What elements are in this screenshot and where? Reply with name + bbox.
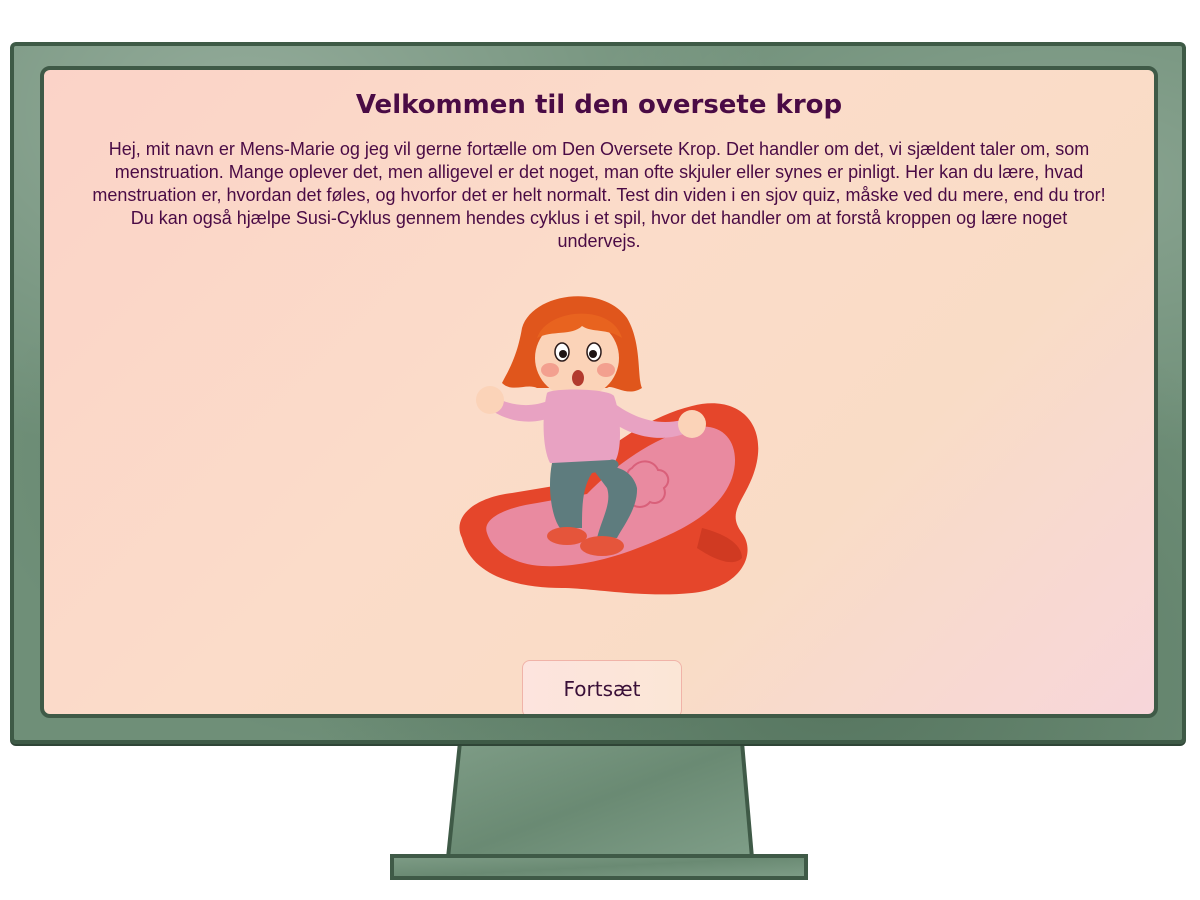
page-title: Velkommen til den oversete krop (355, 90, 843, 120)
continue-button[interactable]: Fortsæt (522, 660, 682, 714)
intro-text: Hej, mit navn er Mens-Marie og jeg vil g… (92, 139, 1106, 251)
girl-on-sanitary-pad-illustration (459, 296, 759, 595)
page: Velkommen til den oversete krop Hej, mit… (0, 0, 1200, 900)
monitor-screen: Velkommen til den oversete krop Hej, mit… (40, 66, 1158, 718)
